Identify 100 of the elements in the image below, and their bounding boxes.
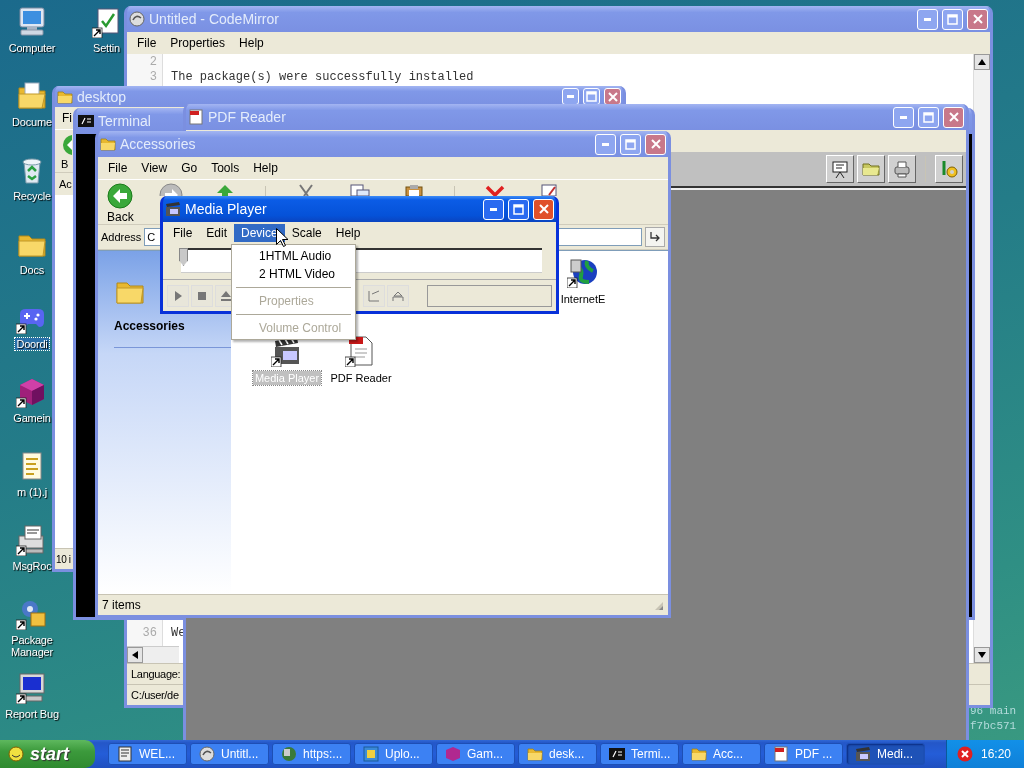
window-title: Media Player: [185, 201, 267, 217]
menu-item[interactable]: Device: [234, 224, 285, 242]
scroll-left-button[interactable]: [127, 647, 143, 663]
taskbar-button[interactable]: Medi...: [846, 743, 925, 765]
window-title: desktop: [77, 88, 127, 105]
close-icon: [650, 139, 661, 149]
window-title: Terminal: [98, 113, 151, 129]
menu-option[interactable]: 2 HTML Video: [234, 265, 353, 283]
folder-button[interactable]: [857, 155, 885, 183]
back-button[interactable]: Back: [104, 182, 137, 225]
stop-button[interactable]: [191, 284, 213, 307]
menu-item[interactable]: File: [101, 159, 135, 177]
icon-label[interactable]: Docume: [11, 116, 53, 128]
taskbar-button[interactable]: desk...: [518, 743, 597, 765]
menu-item[interactable]: Help: [328, 224, 368, 242]
mark-out-button[interactable]: [387, 284, 409, 307]
menu-item[interactable]: Scale: [284, 224, 329, 242]
close-button[interactable]: [533, 198, 554, 220]
folder-icon: [16, 80, 48, 112]
icon-label[interactable]: Docs: [18, 264, 46, 276]
icon-label[interactable]: Package Manager: [2, 634, 62, 658]
mark-out-icon: [392, 289, 404, 302]
taskbar-button[interactable]: Gam...: [436, 743, 515, 765]
globe-icon: [567, 256, 599, 288]
down-arrow-icon: [978, 652, 986, 658]
window-title: Untitled - CodeMirror: [149, 11, 279, 27]
maximize-button[interactable]: [942, 8, 963, 30]
menu-item[interactable]: View: [134, 159, 175, 177]
maximize-icon: [586, 91, 597, 102]
icon-label[interactable]: MsgRoc: [11, 560, 53, 572]
taskbar-button[interactable]: Termi...: [600, 743, 679, 765]
icon-label[interactable]: Recycle: [12, 190, 52, 202]
smiley-icon: [8, 746, 24, 762]
close-button[interactable]: [943, 106, 964, 128]
maximize-button[interactable]: [620, 133, 641, 155]
icon-label[interactable]: Gamein: [12, 412, 52, 424]
minimize-button[interactable]: [917, 8, 938, 30]
printer-button[interactable]: [888, 155, 916, 183]
menu-item[interactable]: File: [130, 34, 164, 52]
line-number: 3: [148, 69, 157, 84]
minimize-button[interactable]: [483, 198, 504, 220]
close-icon: [948, 112, 959, 122]
taskbar-button[interactable]: Acc...: [682, 743, 761, 765]
icon-label[interactable]: m (1).j: [16, 486, 48, 498]
scroll-down-button[interactable]: [974, 647, 990, 663]
menu-item[interactable]: Tools: [204, 159, 247, 177]
minimize-button[interactable]: [893, 106, 914, 128]
shortcut-label[interactable]: PDF Reader: [328, 371, 394, 385]
menu-item[interactable]: Edit: [199, 224, 235, 242]
forward-arrow-icon: [158, 183, 183, 196]
menu-item[interactable]: File: [166, 224, 200, 242]
start-button[interactable]: start: [0, 740, 95, 768]
mark-in-icon: [368, 289, 380, 302]
folder-icon: [100, 136, 116, 152]
error-icon: [957, 746, 973, 762]
seek-thumb[interactable]: [179, 248, 188, 266]
clock: 16:20: [981, 747, 1012, 761]
clapperboard-icon: [855, 746, 871, 762]
go-button[interactable]: [645, 227, 665, 247]
icon-label[interactable]: Computer: [7, 42, 57, 54]
minimize-button[interactable]: [595, 133, 616, 155]
icon-label[interactable]: Settin: [92, 42, 121, 54]
terminal-icon: [78, 113, 94, 129]
maximize-button[interactable]: [508, 198, 529, 220]
menu-item[interactable]: Fi: [58, 109, 72, 127]
taskbar-button[interactable]: WEL...: [108, 743, 187, 765]
taskbar-button[interactable]: https:...: [272, 743, 351, 765]
icon-label[interactable]: Doordi: [15, 338, 49, 350]
shortcut-label[interactable]: InternetE: [558, 292, 608, 306]
disc-icon: [199, 746, 215, 762]
status-text: Language:: [131, 668, 181, 680]
taskbar-button[interactable]: Untitl...: [190, 743, 269, 765]
presentation-button[interactable]: [826, 155, 854, 183]
vertical-scrollbar[interactable]: [973, 54, 990, 663]
menu-item[interactable]: Properties: [163, 34, 233, 52]
close-button[interactable]: [967, 8, 988, 30]
close-button[interactable]: [645, 133, 666, 155]
mark-in-button[interactable]: [363, 284, 385, 307]
taskbar-button[interactable]: Uplo...: [354, 743, 433, 765]
window-icon: [363, 746, 379, 762]
eject-icon: [220, 289, 232, 302]
folder-icon: [691, 746, 707, 762]
close-icon: [607, 91, 618, 102]
line-number: 2: [148, 54, 157, 69]
status-text: 10 i: [56, 553, 71, 565]
horizontal-scrollbar[interactable]: [127, 646, 179, 663]
maximize-icon: [513, 203, 524, 215]
maximize-button[interactable]: [918, 106, 939, 128]
taskbar-button[interactable]: PDF ...: [764, 743, 843, 765]
scroll-up-button[interactable]: [974, 54, 990, 70]
menu-item[interactable]: Go: [174, 159, 205, 177]
clapperboard-icon: [165, 201, 181, 217]
menu-item[interactable]: Help: [232, 34, 271, 52]
play-button[interactable]: [167, 284, 189, 307]
maximize-icon: [923, 111, 934, 123]
menu-item[interactable]: Help: [246, 159, 285, 177]
tools-button[interactable]: [935, 155, 963, 183]
window-title: Accessories: [120, 136, 196, 152]
menu-option[interactable]: 1HTML Audio: [234, 247, 353, 265]
icon-label[interactable]: Report Bug: [4, 708, 60, 720]
